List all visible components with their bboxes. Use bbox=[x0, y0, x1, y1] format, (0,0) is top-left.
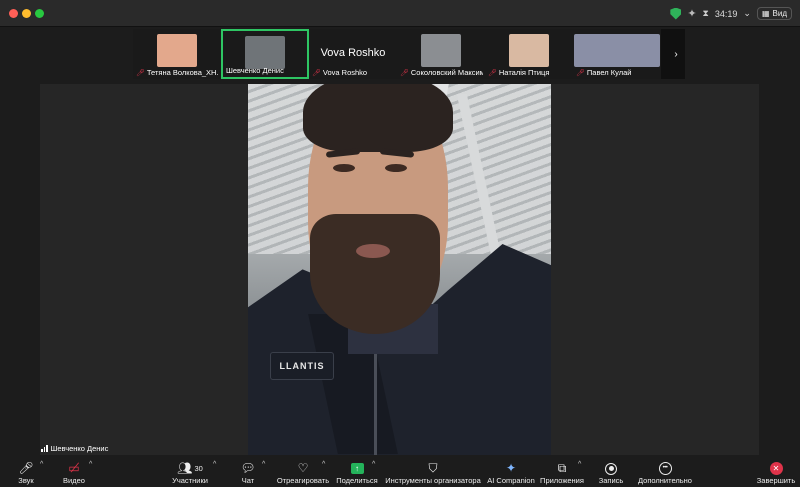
speaker-eye bbox=[385, 164, 407, 172]
react-options-chevron-icon[interactable]: ^ bbox=[322, 461, 325, 468]
participants-options-chevron-icon[interactable]: ^ bbox=[213, 461, 216, 468]
meeting-timer: 34:19 bbox=[714, 8, 738, 19]
more-dots-icon: ••• bbox=[658, 461, 672, 476]
video-button[interactable]: ▭̸ Видео bbox=[62, 457, 86, 487]
video-off-icon: ▭̸ bbox=[68, 461, 80, 475]
end-label: Завершить bbox=[756, 476, 796, 485]
participant-avatar bbox=[245, 36, 285, 69]
audio-button[interactable]: 🎤︎ Звук bbox=[14, 457, 38, 487]
end-meeting-button[interactable]: ✕ Завершить bbox=[755, 457, 797, 487]
speaker-hair bbox=[303, 84, 453, 152]
participant-name: Тетяна Волкова_ХН... bbox=[146, 68, 219, 77]
apps-label: Приложения bbox=[540, 476, 584, 485]
view-grid-icon: ▦ bbox=[761, 9, 770, 18]
participant-avatar bbox=[574, 34, 660, 67]
speaker-beard bbox=[310, 214, 440, 334]
chat-options-chevron-icon[interactable]: ^ bbox=[262, 461, 265, 468]
active-speaker-video: LLANTIS bbox=[248, 84, 551, 455]
next-page-chevron-icon[interactable]: › bbox=[669, 29, 683, 79]
video-options-chevron-icon[interactable]: ^ bbox=[89, 461, 92, 468]
apps-icon: ⧉ bbox=[557, 461, 567, 475]
participant-tile[interactable]: 🎤︎ Наталія Птиця bbox=[485, 29, 573, 79]
end-x-icon: ✕ bbox=[769, 461, 783, 476]
mic-muted-icon: 🎤︎ bbox=[576, 69, 585, 77]
meeting-toolbar: 🎤︎ Звук ^ ▭̸ Видео ^ 👥︎ 30 Участники ^ 💬︎… bbox=[0, 457, 800, 487]
participant-tile[interactable]: 🎤︎ Тетяна Волкова_ХН... bbox=[133, 29, 221, 79]
ai-sparkle-icon[interactable]: ✦ bbox=[687, 7, 696, 20]
participant-name-placeholder: Vova Roshko bbox=[320, 47, 386, 59]
zoom-window-button[interactable] bbox=[35, 9, 44, 18]
host-shield-icon: ⛉ bbox=[428, 461, 438, 475]
record-label: Запись bbox=[598, 476, 624, 485]
ai-sparkle-icon: ✦ bbox=[505, 461, 517, 475]
share-label: Поделиться bbox=[336, 476, 378, 485]
connection-signal-icon bbox=[41, 445, 48, 452]
participant-avatar bbox=[509, 34, 549, 67]
record-icon bbox=[605, 461, 617, 476]
more-button[interactable]: ••• Дополнительно bbox=[638, 457, 692, 487]
participant-name: Vova Roshko bbox=[322, 68, 368, 77]
view-button[interactable]: ▦ Вид bbox=[756, 7, 792, 20]
participants-label: Участники bbox=[172, 476, 208, 485]
mic-muted-icon: 🎤︎ bbox=[18, 461, 34, 475]
speaker-eye bbox=[333, 164, 355, 172]
share-icon: ↑ bbox=[350, 461, 364, 476]
jacket-logo: LLANTIS bbox=[270, 352, 334, 380]
apps-options-chevron-icon[interactable]: ^ bbox=[578, 461, 581, 468]
participant-strip: 🎤︎ Тетяна Волкова_ХН... Шевченко Денис V… bbox=[133, 29, 685, 79]
mic-muted-icon: 🎤︎ bbox=[400, 69, 409, 77]
hourglass-icon: ⧗ bbox=[702, 8, 709, 18]
speaker-name: Шевченко Денис bbox=[50, 444, 109, 453]
timer-chevron-icon[interactable]: ⌄ bbox=[743, 8, 751, 19]
speaker-mouth bbox=[356, 244, 390, 258]
video-label: Видео bbox=[63, 476, 85, 485]
participant-tile-active[interactable]: Шевченко Денис bbox=[221, 29, 309, 79]
participant-tile[interactable]: 🎤︎ Соколовский Максим bbox=[397, 29, 485, 79]
participants-count: 30 bbox=[194, 464, 203, 473]
chat-button[interactable]: 💬︎ Чат bbox=[236, 457, 260, 487]
react-label: Отреагировать bbox=[276, 476, 330, 485]
main-video-stage: LLANTIS bbox=[40, 84, 759, 455]
participant-tile[interactable]: Vova Roshko 🎤︎ Vova Roshko bbox=[309, 29, 397, 79]
title-bar: ✦ ⧗ 34:19 ⌄ ▦ Вид bbox=[0, 0, 800, 27]
record-button[interactable]: Запись bbox=[597, 457, 625, 487]
participant-tile[interactable]: 🎤︎ Павел Кулай bbox=[573, 29, 661, 79]
host-tools-button[interactable]: ⛉ Инструменты организатора bbox=[385, 457, 481, 487]
participants-button[interactable]: 👥︎ 30 Участники bbox=[170, 457, 210, 487]
mic-muted-icon: 🎤︎ bbox=[312, 69, 321, 77]
more-label: Дополнительно bbox=[638, 476, 692, 485]
chat-icon: 💬︎ bbox=[240, 461, 256, 475]
participant-name: Наталія Птиця bbox=[498, 68, 550, 77]
chat-label: Чат bbox=[241, 476, 255, 485]
audio-label: Звук bbox=[18, 476, 34, 485]
minimize-window-button[interactable] bbox=[22, 9, 31, 18]
participant-avatar bbox=[421, 34, 461, 67]
participant-name: Шевченко Денис bbox=[226, 66, 284, 75]
participant-name: Соколовский Максим bbox=[410, 68, 483, 77]
ai-companion-button[interactable]: ✦ AI Companion bbox=[486, 457, 536, 487]
participant-name: Павел Кулай bbox=[586, 68, 632, 77]
view-label: Вид bbox=[772, 9, 787, 18]
mic-muted-icon: 🎤︎ bbox=[136, 69, 145, 77]
host-tools-label: Инструменты организатора bbox=[385, 476, 481, 485]
speaker-name-label: Шевченко Денис bbox=[41, 444, 108, 453]
share-options-chevron-icon[interactable]: ^ bbox=[372, 461, 375, 468]
participants-icon: 👥︎ 30 bbox=[177, 461, 203, 475]
participant-avatar bbox=[157, 34, 197, 67]
audio-options-chevron-icon[interactable]: ^ bbox=[40, 461, 43, 468]
heart-icon: ♡ bbox=[297, 461, 309, 475]
close-window-button[interactable] bbox=[9, 9, 18, 18]
mic-muted-icon: 🎤︎ bbox=[488, 69, 497, 77]
ai-companion-label: AI Companion bbox=[487, 476, 535, 485]
encryption-shield-icon[interactable] bbox=[670, 7, 682, 20]
